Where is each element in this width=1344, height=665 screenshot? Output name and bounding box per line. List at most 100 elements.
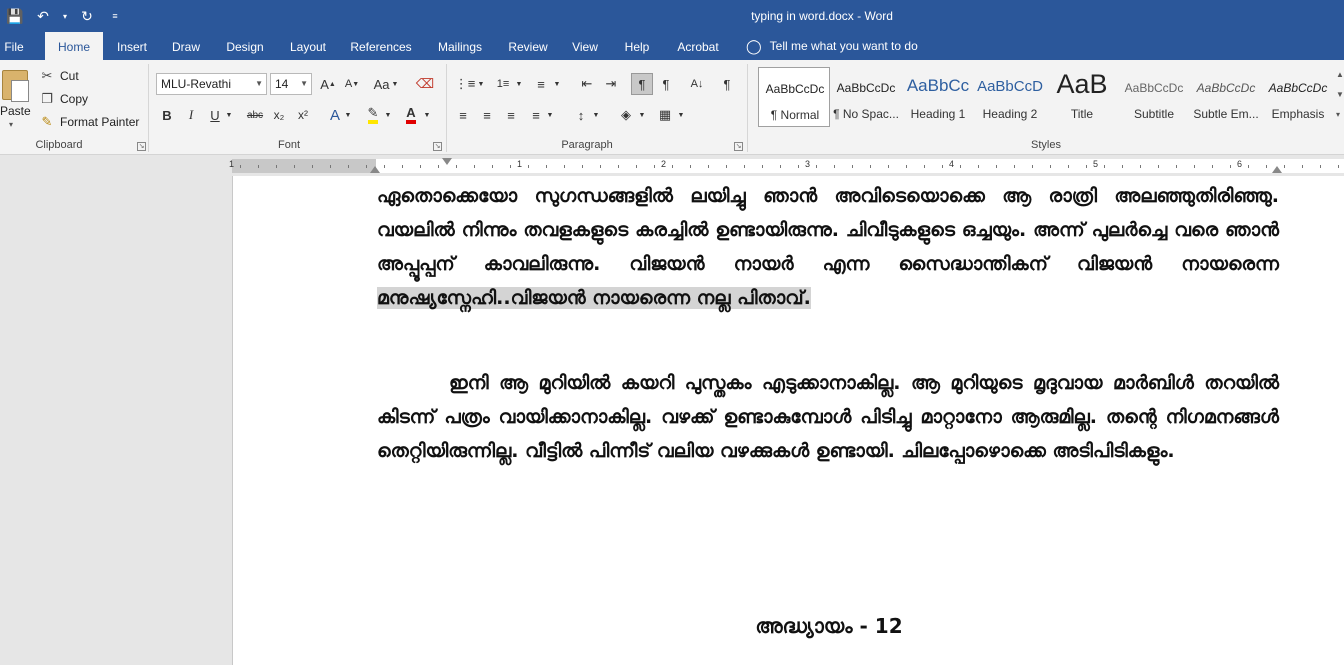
style-no-spacing[interactable]: AaBbCcDc ¶ No Spac...	[830, 67, 902, 127]
ruler-tick	[942, 165, 943, 168]
ltr-direction-icon[interactable]: ¶	[631, 73, 653, 95]
change-case-button[interactable]: Aa ▼	[370, 73, 402, 95]
styles-scroll-down-icon[interactable]: ▼	[1336, 90, 1344, 99]
font-size-dropdown[interactable]: 14 ▼	[270, 73, 312, 95]
bullets-icon[interactable]: ⋮≡	[454, 73, 476, 95]
clipboard-launcher-icon[interactable]: ↘	[137, 142, 146, 151]
align-right-icon[interactable]: ≡	[500, 104, 522, 126]
tab-mailings[interactable]: Mailings	[431, 32, 489, 60]
tab-acrobat[interactable]: Acrobat	[672, 32, 724, 60]
tab-help[interactable]: Help	[620, 32, 654, 60]
format-painter-button[interactable]: ✎ Format Painter	[38, 112, 140, 132]
style-heading-2[interactable]: AaBbCcD Heading 2	[974, 67, 1046, 127]
grow-font-button[interactable]: A ▲	[317, 73, 339, 95]
ruler-tick	[294, 165, 295, 168]
ruler-tick	[510, 165, 511, 168]
justify-dropdown-icon[interactable]: ▼	[545, 104, 555, 126]
increase-indent-icon[interactable]: ⇥	[600, 73, 622, 95]
tab-insert[interactable]: Insert	[110, 32, 154, 60]
tab-references[interactable]: References	[347, 32, 415, 60]
superscript-button[interactable]: x²	[292, 104, 314, 126]
style-heading-1[interactable]: AaBbCc Heading 1	[902, 67, 974, 127]
right-indent-marker[interactable]	[1272, 166, 1282, 173]
chevron-down-icon: ▼	[255, 79, 263, 88]
align-center-icon[interactable]: ≡	[476, 104, 498, 126]
ruler-tick	[1230, 165, 1231, 168]
font-group-label: Font	[277, 139, 300, 151]
paragraph-2[interactable]: ഇനി ആ മുറിയിൽ കയറി പുസ്തകം എടുക്കാനാകില്…	[377, 366, 1279, 468]
tab-layout[interactable]: Layout	[284, 32, 332, 60]
bullets-dropdown-icon[interactable]: ▼	[476, 73, 486, 95]
horizontal-ruler[interactable]: 1 1 2 3 4 5 6	[0, 156, 1344, 176]
align-left-icon[interactable]: ≡	[452, 104, 474, 126]
underline-button[interactable]: U	[204, 104, 226, 126]
shading-icon[interactable]: ◈	[615, 104, 637, 126]
line-spacing-dropdown-icon[interactable]: ▼	[591, 104, 601, 126]
styles-scroll-up-icon[interactable]: ▲	[1336, 70, 1344, 79]
borders-dropdown-icon[interactable]: ▼	[676, 104, 686, 126]
tab-review[interactable]: Review	[505, 32, 551, 60]
style-subtle-emphasis[interactable]: AaBbCcDc Subtle Em...	[1190, 67, 1262, 127]
tab-home[interactable]: Home	[45, 32, 103, 60]
ruler-tick	[690, 165, 691, 168]
ruler-tick	[1266, 165, 1267, 168]
font-color-icon[interactable]: A	[400, 104, 422, 126]
multilevel-dropdown-icon[interactable]: ▼	[552, 73, 562, 95]
copy-icon: ❐	[41, 91, 53, 106]
chapter-heading[interactable]: അദ്ധ്യായം - 12	[233, 614, 1344, 638]
italic-button[interactable]: I	[180, 104, 202, 126]
cut-button[interactable]: ✂ Cut	[38, 66, 79, 86]
style-title[interactable]: AaB Title	[1046, 67, 1118, 127]
borders-icon[interactable]: ▦	[654, 104, 676, 126]
ruler-tick	[582, 165, 583, 168]
line-spacing-icon[interactable]: ↕	[570, 104, 592, 126]
selected-text: മനുഷ്യസ്നേഹി..വിജയൻ നായരെന്ന നല്ല പിതാവ്…	[377, 287, 811, 309]
left-indent-marker[interactable]	[370, 166, 380, 173]
tab-file[interactable]: File	[0, 32, 28, 60]
subscript-button[interactable]: x₂	[268, 104, 290, 126]
font-color-dropdown-icon[interactable]: ▼	[422, 104, 432, 126]
tell-me-box[interactable]: ◯ Tell me what you want to do	[746, 32, 918, 60]
paste-label: Paste	[0, 104, 31, 118]
rtl-direction-icon[interactable]: ¶	[655, 73, 677, 95]
strikethrough-button[interactable]: abc	[244, 104, 266, 126]
justify-icon[interactable]: ≡	[525, 104, 547, 126]
tab-view[interactable]: View	[567, 32, 603, 60]
shading-dropdown-icon[interactable]: ▼	[637, 104, 647, 126]
first-line-indent-marker[interactable]	[442, 158, 452, 165]
paste-button[interactable]: Paste ▾	[0, 66, 32, 132]
shrink-font-button[interactable]: A ▼	[341, 73, 363, 95]
numbering-icon[interactable]: 1≡	[492, 73, 514, 95]
paragraph-1[interactable]: ഏതൊക്കെയോ സുഗന്ധങ്ങളിൽ ലയിച്ചു ഞാൻ അവിടെ…	[377, 179, 1279, 315]
numbering-dropdown-icon[interactable]: ▼	[514, 73, 524, 95]
style-emphasis[interactable]: AaBbCcDc Emphasis	[1262, 67, 1334, 127]
multilevel-list-icon[interactable]: ≡	[530, 73, 552, 95]
styles-more-icon[interactable]: ▾	[1336, 110, 1340, 119]
clear-formatting-icon[interactable]: ⌫	[414, 73, 436, 95]
document-page[interactable]: ഏതൊക്കെയോ സുഗന്ധങ്ങളിൽ ലയിച്ചു ഞാൻ അവിടെ…	[232, 176, 1344, 665]
ruler-tick	[780, 165, 781, 168]
copy-button[interactable]: ❐ Copy	[38, 89, 88, 109]
ruler-tick	[834, 165, 835, 168]
ruler-tick	[384, 165, 385, 168]
style-normal[interactable]: AaBbCcDc ¶ Normal	[758, 67, 830, 127]
show-marks-icon[interactable]: ¶	[716, 73, 738, 95]
highlight-dropdown-icon[interactable]: ▼	[383, 104, 393, 126]
decrease-indent-icon[interactable]: ⇤	[576, 73, 598, 95]
style-subtitle[interactable]: AaBbCcDc Subtitle	[1118, 67, 1190, 127]
paragraph-launcher-icon[interactable]: ↘	[734, 142, 743, 151]
font-name-dropdown[interactable]: MLU-Revathi ▼	[156, 73, 267, 95]
underline-dropdown-icon[interactable]: ▼	[224, 104, 234, 126]
font-launcher-icon[interactable]: ↘	[433, 142, 442, 151]
tab-draw[interactable]: Draw	[166, 32, 206, 60]
ruler-tick	[1068, 165, 1069, 168]
highlight-color-icon[interactable]: ✎	[362, 104, 384, 126]
bold-button[interactable]: B	[156, 104, 178, 126]
ruler-tick	[816, 165, 817, 168]
sort-icon[interactable]: A↓	[686, 73, 708, 95]
tab-design[interactable]: Design	[220, 32, 270, 60]
scissors-icon: ✂	[41, 68, 53, 83]
ruler-tick	[1176, 165, 1177, 168]
text-effects-dropdown-icon[interactable]: ▼	[343, 104, 353, 126]
ruler-tick	[474, 165, 475, 168]
